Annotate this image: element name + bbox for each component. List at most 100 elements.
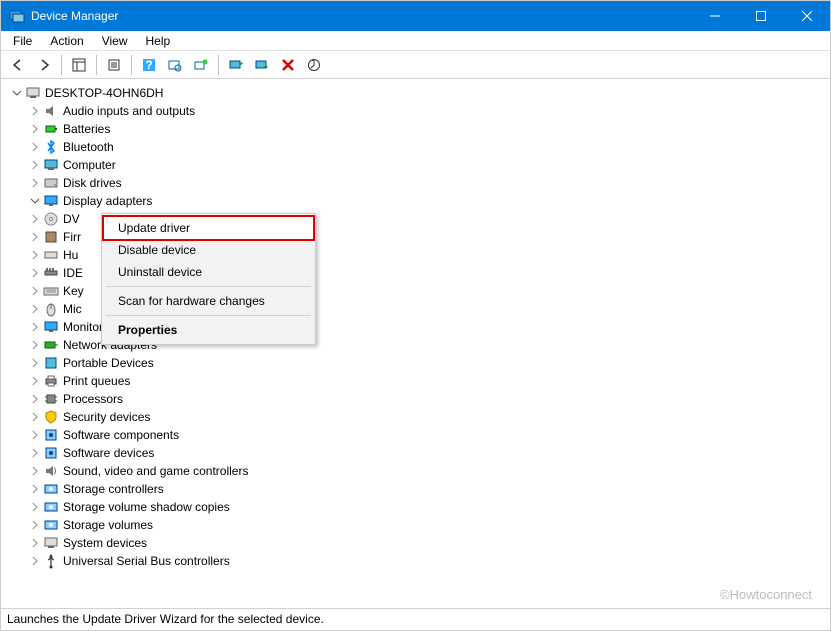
category-icon [43, 337, 59, 353]
tree-category[interactable]: Storage volume shadow copies [5, 498, 830, 516]
tree-category[interactable]: Bluetooth [5, 138, 830, 156]
expand-icon[interactable] [29, 393, 41, 405]
forward-button[interactable] [33, 54, 55, 76]
category-icon [43, 391, 59, 407]
menu-file[interactable]: File [5, 32, 40, 50]
category-icon [43, 157, 59, 173]
category-label: Hu [63, 248, 78, 262]
collapse-icon[interactable] [11, 87, 23, 99]
minimize-button[interactable] [692, 1, 738, 31]
expand-icon[interactable] [29, 537, 41, 549]
category-label: Software components [63, 428, 179, 442]
tree-root[interactable]: DESKTOP-4OHN6DH [5, 84, 830, 102]
expand-icon[interactable] [29, 465, 41, 477]
category-label: System devices [63, 536, 147, 550]
tree-category[interactable]: Software components [5, 426, 830, 444]
expand-icon[interactable] [29, 285, 41, 297]
tree-category[interactable]: Software devices [5, 444, 830, 462]
devices-by-type-button[interactable] [303, 54, 325, 76]
tree-category[interactable]: Storage volumes [5, 516, 830, 534]
tree-category[interactable]: Portable Devices [5, 354, 830, 372]
category-icon [43, 121, 59, 137]
tree-category[interactable]: Print queues [5, 372, 830, 390]
svg-text:?: ? [145, 58, 152, 72]
expand-icon[interactable] [29, 321, 41, 333]
ctx-properties[interactable]: Properties [104, 319, 313, 341]
scan-hardware-button[interactable] [164, 54, 186, 76]
category-icon [43, 103, 59, 119]
category-label: Disk drives [63, 176, 122, 190]
ctx-uninstall-device[interactable]: Uninstall device [104, 261, 313, 283]
tree-category[interactable]: System devices [5, 534, 830, 552]
category-label: Bluetooth [63, 140, 114, 154]
expand-icon[interactable] [29, 375, 41, 387]
category-icon [43, 463, 59, 479]
toolbar-separator [61, 55, 62, 75]
category-label: IDE [63, 266, 83, 280]
ctx-update-driver[interactable]: Update driver [102, 215, 315, 241]
expand-icon[interactable] [29, 213, 41, 225]
ctx-scan-hardware[interactable]: Scan for hardware changes [104, 290, 313, 312]
expand-icon[interactable] [29, 447, 41, 459]
expand-icon[interactable] [29, 519, 41, 531]
disable-device-button[interactable] [251, 54, 273, 76]
category-icon [43, 139, 59, 155]
tree-category[interactable]: Security devices [5, 408, 830, 426]
tree-category[interactable]: Universal Serial Bus controllers [5, 552, 830, 570]
menu-action[interactable]: Action [42, 32, 91, 50]
expand-icon[interactable] [29, 105, 41, 117]
tree-category[interactable]: Sound, video and game controllers [5, 462, 830, 480]
category-label: Storage volumes [63, 518, 153, 532]
close-button[interactable] [784, 1, 830, 31]
tree-category[interactable]: Computer [5, 156, 830, 174]
watermark: ©Howtoconnect [720, 587, 812, 602]
help-button[interactable]: ? [138, 54, 160, 76]
expand-icon[interactable] [29, 339, 41, 351]
expand-icon[interactable] [29, 123, 41, 135]
tree-category[interactable]: Processors [5, 390, 830, 408]
expand-icon[interactable] [29, 357, 41, 369]
show-hide-tree-button[interactable] [68, 54, 90, 76]
ctx-disable-device[interactable]: Disable device [104, 239, 313, 261]
back-button[interactable] [7, 54, 29, 76]
statusbar: Launches the Update Driver Wizard for th… [1, 608, 830, 630]
toolbar-separator [131, 55, 132, 75]
menu-view[interactable]: View [94, 32, 136, 50]
category-label: Computer [63, 158, 116, 172]
ctx-separator [106, 315, 311, 316]
maximize-button[interactable] [738, 1, 784, 31]
toolbar-separator [218, 55, 219, 75]
tree-category[interactable]: Display adapters [5, 192, 830, 210]
expand-icon[interactable] [29, 231, 41, 243]
expand-icon[interactable] [29, 267, 41, 279]
category-icon [43, 373, 59, 389]
expand-icon[interactable] [29, 249, 41, 261]
tree-category[interactable]: Storage controllers [5, 480, 830, 498]
toolbar: ? [1, 51, 830, 79]
expand-icon[interactable] [29, 501, 41, 513]
tree-category[interactable]: Disk drives [5, 174, 830, 192]
expand-icon[interactable] [29, 555, 41, 567]
titlebar: Device Manager [1, 1, 830, 31]
add-legacy-button[interactable] [190, 54, 212, 76]
expand-icon[interactable] [29, 141, 41, 153]
update-driver-button[interactable] [225, 54, 247, 76]
category-label: Display adapters [63, 194, 152, 208]
category-icon [43, 265, 59, 281]
properties-button[interactable] [103, 54, 125, 76]
category-label: Processors [63, 392, 123, 406]
tree-category[interactable]: Batteries [5, 120, 830, 138]
expand-icon[interactable] [29, 483, 41, 495]
expand-icon[interactable] [29, 177, 41, 189]
expand-icon[interactable] [29, 159, 41, 171]
menu-help[interactable]: Help [138, 32, 179, 50]
uninstall-device-button[interactable] [277, 54, 299, 76]
expand-icon[interactable] [29, 411, 41, 423]
category-label: Portable Devices [63, 356, 154, 370]
expand-icon[interactable] [29, 429, 41, 441]
expand-icon[interactable] [29, 303, 41, 315]
category-label: Storage volume shadow copies [63, 500, 230, 514]
category-icon [43, 229, 59, 245]
tree-category[interactable]: Audio inputs and outputs [5, 102, 830, 120]
collapse-icon[interactable] [29, 195, 41, 207]
